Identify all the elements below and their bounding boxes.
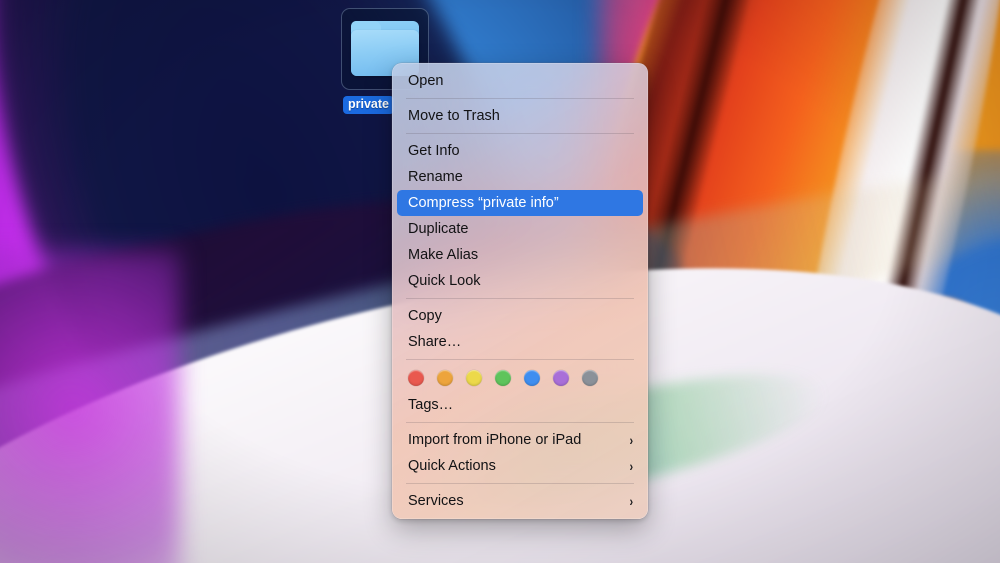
menu-item-label: Rename (408, 169, 463, 185)
menu-item-make-alias[interactable]: Make Alias (397, 242, 643, 268)
wallpaper-magenta-glow (0, 0, 310, 563)
menu-item-label: Move to Trash (408, 108, 500, 124)
tag-dot-red[interactable] (408, 370, 424, 386)
menu-item-label: Share… (408, 334, 462, 350)
menu-item-compress[interactable]: Compress “private info” (397, 190, 643, 216)
tag-dot-purple[interactable] (553, 370, 569, 386)
chevron-right-icon: › (629, 493, 634, 509)
menu-item-label: Copy (408, 308, 442, 324)
menu-item-get-info[interactable]: Get Info (397, 138, 643, 164)
tag-dot-gray[interactable] (582, 370, 598, 386)
context-menu[interactable]: Open Move to Trash Get Info Rename Compress … (392, 63, 648, 519)
tag-color-row (397, 364, 643, 392)
menu-item-label: Quick Look (408, 273, 481, 289)
tag-dot-green[interactable] (495, 370, 511, 386)
menu-item-label: Get Info (408, 143, 460, 159)
menu-item-move-to-trash[interactable]: Move to Trash (397, 103, 643, 129)
menu-item-duplicate[interactable]: Duplicate (397, 216, 643, 242)
menu-separator (406, 422, 634, 423)
menu-item-label: Import from iPhone or iPad (408, 432, 582, 448)
menu-item-copy[interactable]: Copy (397, 303, 643, 329)
wallpaper-white-arc-edge (806, 0, 1000, 563)
wallpaper-orange-bottom-right (880, 300, 1000, 563)
menu-separator (406, 98, 634, 99)
menu-item-label: Tags… (408, 397, 454, 413)
menu-item-quick-look[interactable]: Quick Look (397, 268, 643, 294)
tag-dot-blue[interactable] (524, 370, 540, 386)
tag-dot-orange[interactable] (437, 370, 453, 386)
menu-item-rename[interactable]: Rename (397, 164, 643, 190)
menu-item-label: Quick Actions (408, 458, 496, 474)
menu-item-services[interactable]: Services › (397, 488, 643, 514)
menu-item-label: Duplicate (408, 221, 469, 237)
menu-item-import-from-iphone-or-ipad[interactable]: Import from iPhone or iPad › (397, 427, 643, 453)
menu-item-quick-actions[interactable]: Quick Actions › (397, 453, 643, 479)
chevron-right-icon: › (629, 458, 634, 474)
menu-item-label: Compress “private info” (408, 195, 559, 211)
menu-item-label: Make Alias (408, 247, 479, 263)
menu-item-label: Open (408, 73, 444, 89)
menu-separator (406, 359, 634, 360)
wallpaper-white-arc (736, 0, 1000, 563)
menu-item-share[interactable]: Share… (397, 329, 643, 355)
menu-separator (406, 298, 634, 299)
menu-separator (406, 133, 634, 134)
menu-separator (406, 483, 634, 484)
menu-item-label: Services (408, 493, 464, 509)
tag-dot-yellow[interactable] (466, 370, 482, 386)
wallpaper-magenta-lower-left (0, 250, 180, 563)
menu-item-tags[interactable]: Tags… (397, 392, 643, 418)
desktop[interactable]: private Open Move to Trash Get Info Rename C… (0, 0, 1000, 563)
folder-label: private (343, 96, 394, 114)
wallpaper-dark-red-pocket (607, 337, 993, 563)
chevron-right-icon: › (629, 432, 634, 448)
wallpaper-right-blue-strip (860, 150, 1000, 563)
wallpaper-pink-corner (600, 0, 930, 260)
menu-item-open[interactable]: Open (397, 68, 643, 94)
